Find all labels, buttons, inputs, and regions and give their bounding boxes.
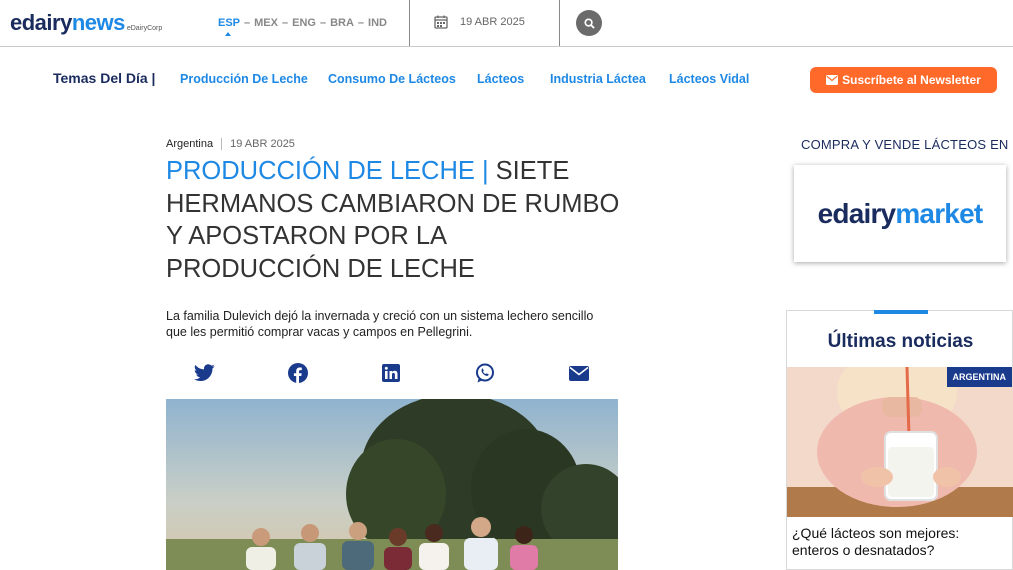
- divider: [409, 0, 410, 46]
- calendar-icon: [434, 15, 448, 29]
- latest-news-image[interactable]: [787, 367, 1013, 517]
- article-category[interactable]: PRODUCCIÓN DE LECHE |: [166, 157, 489, 185]
- edairymarket-logo: edairymarket: [817, 197, 984, 229]
- search-icon: [583, 17, 595, 29]
- divider: [559, 0, 560, 46]
- lang-mex[interactable]: MEX: [254, 17, 278, 29]
- nav-topics-label: Temas Del Día |: [53, 70, 156, 86]
- nav-item-industria-lactea[interactable]: Industria Láctea: [550, 72, 646, 86]
- facebook-icon[interactable]: [287, 363, 309, 383]
- newsletter-label: Suscríbete al Newsletter: [842, 73, 981, 87]
- nav-item-consumo-de-lacteos[interactable]: Consumo De Lácteos: [328, 72, 456, 86]
- logo-part-edairy: edairy: [10, 10, 72, 35]
- logo-corp-label: eDairyCorp: [126, 25, 163, 32]
- latest-news-headline[interactable]: ¿Qué lácteos son mejores: enteros o desn…: [792, 525, 1007, 559]
- market-promo-label: COMPRA Y VENDE LÁCTEOS EN: [801, 137, 1009, 152]
- twitter-icon[interactable]: [193, 363, 215, 383]
- linkedin-icon[interactable]: [380, 363, 402, 383]
- top-bar: edairynews eDairyCorp ESP – MEX – ENG – …: [0, 0, 1013, 47]
- email-icon[interactable]: [568, 363, 590, 383]
- nav-item-produccion-de-leche[interactable]: Producción De Leche: [180, 72, 308, 86]
- article-lead: La familia Dulevich dejó la invernada y …: [166, 309, 594, 339]
- envelope-icon: [826, 75, 839, 85]
- header-date: 19 ABR 2025: [434, 15, 525, 29]
- search-button[interactable]: [576, 10, 602, 36]
- lang-bra[interactable]: BRA: [330, 17, 354, 29]
- article-photo: [166, 399, 618, 570]
- nav-item-lacteos-vidal[interactable]: Lácteos Vidal: [669, 72, 749, 86]
- lang-ind[interactable]: IND: [368, 17, 387, 29]
- header-date-text: 19 ABR 2025: [460, 16, 525, 28]
- article-country[interactable]: Argentina: [166, 138, 213, 150]
- lang-eng[interactable]: ENG: [292, 17, 316, 29]
- lang-esp[interactable]: ESP: [218, 17, 240, 36]
- edairynews-logo[interactable]: edairynews eDairyCorp: [10, 10, 162, 36]
- latest-news-title: Últimas noticias: [827, 331, 974, 352]
- article-date: 19 ABR 2025: [230, 138, 295, 150]
- language-switcher: ESP – MEX – ENG – BRA – IND: [218, 17, 387, 36]
- whatsapp-icon[interactable]: [474, 363, 496, 383]
- latest-news-widget: Últimas noticias ARGENTINA ¿Qué lácteos …: [786, 310, 1013, 570]
- article-title: PRODUCCIÓN DE LECHE | SIETE HERMANOS CAM…: [166, 155, 626, 285]
- newsletter-button[interactable]: Suscríbete al Newsletter: [810, 67, 997, 93]
- edairymarket-banner[interactable]: edairymarket: [794, 165, 1006, 262]
- nav-item-lacteos[interactable]: Lácteos: [477, 72, 524, 86]
- news-country-badge: ARGENTINA: [946, 367, 1012, 387]
- logo-part-news: news: [71, 10, 126, 35]
- main-nav: Temas Del Día | Producción De Leche Cons…: [0, 47, 1013, 109]
- article-meta: Argentina 19 ABR 2025: [166, 138, 295, 150]
